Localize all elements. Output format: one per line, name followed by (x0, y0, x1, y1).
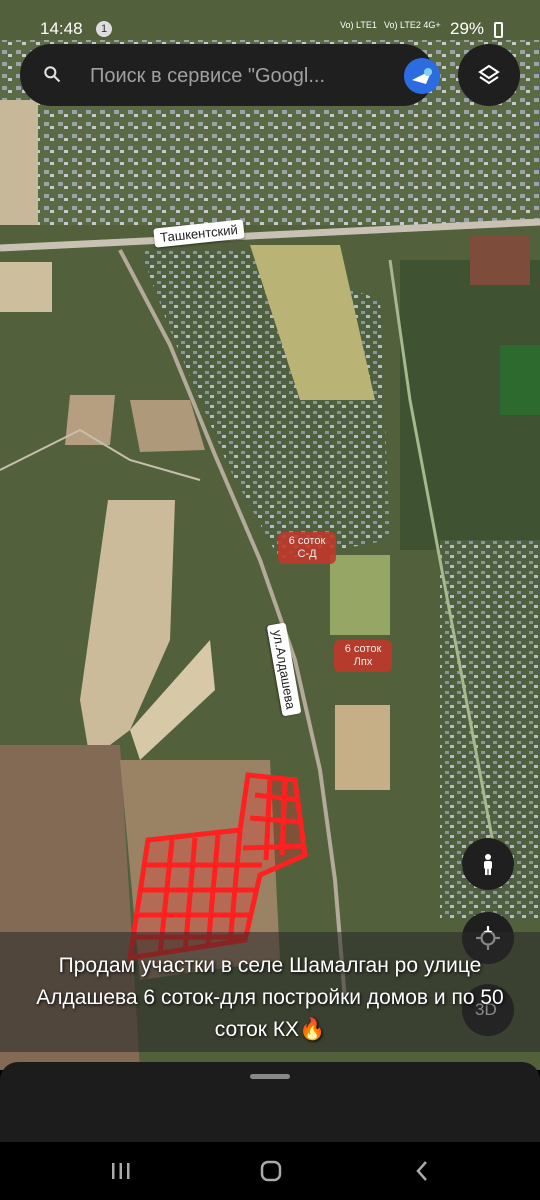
map-pin-6-sotok-lph[interactable]: 6 соток Лпх (334, 640, 392, 672)
search-bar[interactable] (20, 44, 440, 106)
field (470, 235, 530, 285)
recent-apps-icon[interactable] (106, 1156, 136, 1186)
search-icon[interactable] (42, 64, 62, 84)
system-navigation-bar (0, 1142, 540, 1200)
network-indicator-2: Vo) LTE2 4G+ (384, 20, 441, 30)
satellite-map[interactable] (0, 0, 540, 1070)
field (0, 100, 38, 225)
battery-level: 29% (450, 19, 485, 38)
sheet-drag-handle[interactable] (250, 1074, 290, 1079)
field (0, 262, 52, 312)
notification-count-badge: 1 (96, 21, 112, 37)
bottom-sheet[interactable] (0, 1062, 540, 1142)
map-pin-6-sotok-sd[interactable]: 6 соток С-Д (278, 532, 336, 564)
home-icon[interactable] (256, 1156, 286, 1186)
battery-icon (494, 22, 503, 38)
street-view-button[interactable] (462, 838, 514, 890)
pegman-icon (484, 854, 492, 875)
ad-caption-text: Продам участки в селе Шамалган ро улице … (36, 954, 504, 1041)
ad-caption-overlay: Продам участки в селе Шамалган ро улице … (0, 932, 540, 1052)
status-time: 14:48 (40, 19, 83, 38)
status-bar: 14:48 1 Vo) LTE1 Vo) LTE2 4G+ 29% (0, 0, 540, 40)
layers-icon (478, 64, 500, 85)
field (330, 555, 390, 635)
back-icon[interactable] (408, 1156, 438, 1186)
field (335, 705, 390, 790)
network-indicator-1: Vo) LTE1 (340, 20, 377, 30)
field (65, 395, 115, 445)
layers-button[interactable] (458, 44, 520, 106)
search-input[interactable] (88, 60, 372, 92)
field (500, 345, 540, 415)
assistant-avatar-icon[interactable] (404, 58, 440, 94)
